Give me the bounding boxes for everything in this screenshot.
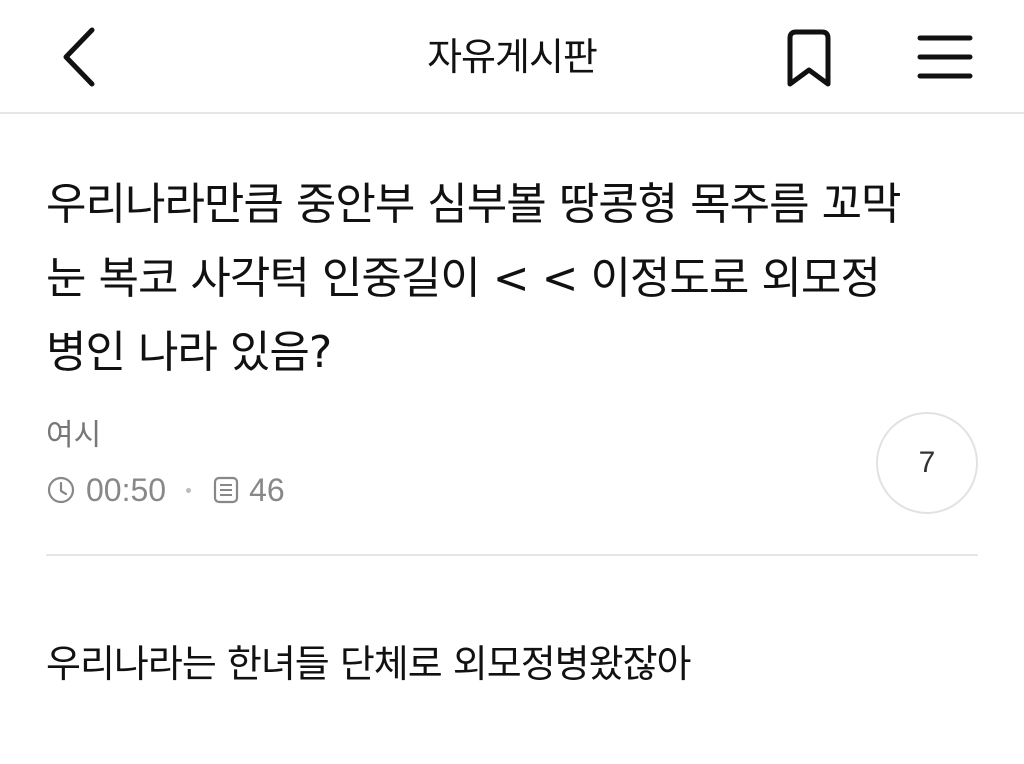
post-title: 우리나라만큼 중안부 심부볼 땅콩형 목주름 꼬막 눈 복코 사각턱 인중길이 … xyxy=(46,179,902,378)
top-navigation-bar: 자유게시판 xyxy=(0,0,1024,114)
board-title: 자유게시판 xyxy=(427,35,598,79)
clock-icon xyxy=(47,476,75,504)
post-meta: 00:50 46 xyxy=(46,468,285,512)
menu-button[interactable] xyxy=(912,28,976,86)
bookmark-icon xyxy=(787,29,831,87)
content-divider xyxy=(46,554,978,556)
post-time: 00:50 xyxy=(86,471,167,508)
view-count: 46 xyxy=(249,471,285,508)
bookmark-button[interactable] xyxy=(780,28,838,90)
post-body: 우리나라는 한녀들 단체로 외모정병왔잖아 xyxy=(46,642,692,686)
comment-count-button[interactable]: 7 xyxy=(876,412,978,514)
hamburger-menu-icon xyxy=(917,35,973,79)
document-icon xyxy=(213,476,239,504)
meta-separator-dot xyxy=(186,487,192,493)
post-author[interactable]: 여시 xyxy=(46,414,101,458)
